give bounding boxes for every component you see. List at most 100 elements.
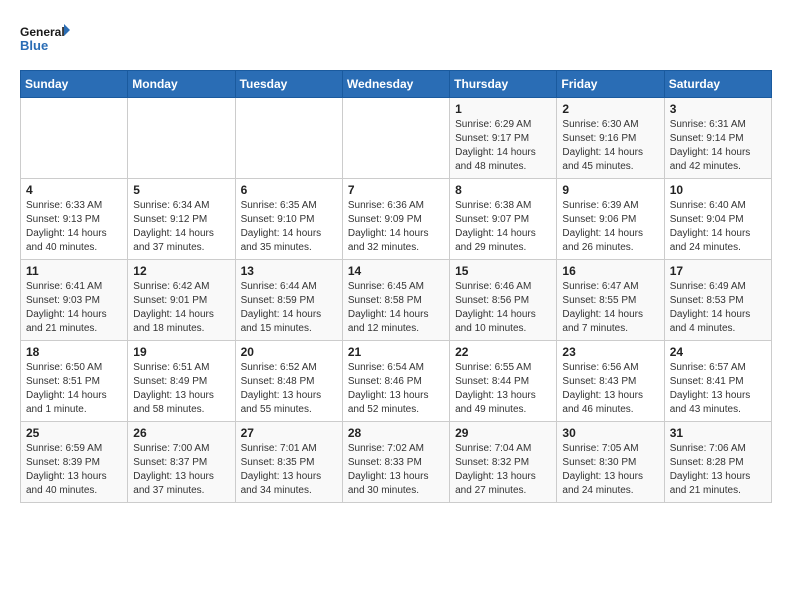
- day-info: Sunrise: 6:54 AM Sunset: 8:46 PM Dayligh…: [348, 361, 444, 417]
- weekday-monday: Monday: [128, 71, 235, 98]
- week-row-1: 1Sunrise: 6:29 AM Sunset: 9:17 PM Daylig…: [21, 98, 772, 179]
- day-info: Sunrise: 6:44 AM Sunset: 8:59 PM Dayligh…: [241, 280, 337, 336]
- day-cell: 16 Sunrise: 6:47 AM Sunset: 8:55 PM Dayli…: [557, 260, 664, 341]
- day-cell: 27 Sunrise: 7:01 AM Sunset: 8:35 PM Dayli…: [235, 422, 342, 503]
- day-cell: 18 Sunrise: 6:50 AM Sunset: 8:51 PM Dayli…: [21, 341, 128, 422]
- day-number: 2: [562, 102, 658, 116]
- day-cell: 31 Sunrise: 7:06 AM Sunset: 8:28 PM Dayli…: [664, 422, 771, 503]
- day-number: 23: [562, 345, 658, 359]
- day-cell: 24 Sunrise: 6:57 AM Sunset: 8:41 PM Dayli…: [664, 341, 771, 422]
- day-number: 3: [670, 102, 766, 116]
- day-cell: 7 Sunrise: 6:36 AM Sunset: 9:09 PM Daylig…: [342, 179, 449, 260]
- logo-svg: General Blue: [20, 20, 70, 60]
- day-number: 27: [241, 426, 337, 440]
- day-number: 21: [348, 345, 444, 359]
- day-number: 4: [26, 183, 122, 197]
- day-cell: 4 Sunrise: 6:33 AM Sunset: 9:13 PM Daylig…: [21, 179, 128, 260]
- day-number: 8: [455, 183, 551, 197]
- day-cell: 3 Sunrise: 6:31 AM Sunset: 9:14 PM Daylig…: [664, 98, 771, 179]
- day-cell: [128, 98, 235, 179]
- day-info: Sunrise: 6:55 AM Sunset: 8:44 PM Dayligh…: [455, 361, 551, 417]
- day-info: Sunrise: 6:52 AM Sunset: 8:48 PM Dayligh…: [241, 361, 337, 417]
- day-number: 26: [133, 426, 229, 440]
- day-cell: 1Sunrise: 6:29 AM Sunset: 9:17 PM Daylig…: [450, 98, 557, 179]
- week-row-2: 4 Sunrise: 6:33 AM Sunset: 9:13 PM Daylig…: [21, 179, 772, 260]
- svg-text:General: General: [20, 25, 65, 39]
- logo: General Blue: [20, 20, 70, 60]
- day-number: 18: [26, 345, 122, 359]
- day-number: 9: [562, 183, 658, 197]
- day-number: 5: [133, 183, 229, 197]
- day-number: 30: [562, 426, 658, 440]
- day-info: Sunrise: 6:42 AM Sunset: 9:01 PM Dayligh…: [133, 280, 229, 336]
- day-info: Sunrise: 6:50 AM Sunset: 8:51 PM Dayligh…: [26, 361, 122, 417]
- day-info: Sunrise: 7:01 AM Sunset: 8:35 PM Dayligh…: [241, 442, 337, 498]
- day-info: Sunrise: 6:46 AM Sunset: 8:56 PM Dayligh…: [455, 280, 551, 336]
- day-cell: 12Sunrise: 6:42 AM Sunset: 9:01 PM Dayli…: [128, 260, 235, 341]
- day-cell: 21 Sunrise: 6:54 AM Sunset: 8:46 PM Dayli…: [342, 341, 449, 422]
- day-info: Sunrise: 6:36 AM Sunset: 9:09 PM Dayligh…: [348, 199, 444, 255]
- day-info: Sunrise: 6:35 AM Sunset: 9:10 PM Dayligh…: [241, 199, 337, 255]
- day-info: Sunrise: 6:38 AM Sunset: 9:07 PM Dayligh…: [455, 199, 551, 255]
- day-info: Sunrise: 7:05 AM Sunset: 8:30 PM Dayligh…: [562, 442, 658, 498]
- day-info: Sunrise: 6:56 AM Sunset: 8:43 PM Dayligh…: [562, 361, 658, 417]
- day-info: Sunrise: 6:30 AM Sunset: 9:16 PM Dayligh…: [562, 118, 658, 174]
- weekday-friday: Friday: [557, 71, 664, 98]
- calendar-table: SundayMondayTuesdayWednesdayThursdayFrid…: [20, 70, 772, 503]
- day-number: 22: [455, 345, 551, 359]
- day-cell: [235, 98, 342, 179]
- weekday-tuesday: Tuesday: [235, 71, 342, 98]
- day-number: 15: [455, 264, 551, 278]
- weekday-saturday: Saturday: [664, 71, 771, 98]
- day-cell: 17 Sunrise: 6:49 AM Sunset: 8:53 PM Dayli…: [664, 260, 771, 341]
- day-info: Sunrise: 7:06 AM Sunset: 8:28 PM Dayligh…: [670, 442, 766, 498]
- day-info: Sunrise: 6:39 AM Sunset: 9:06 PM Dayligh…: [562, 199, 658, 255]
- week-row-3: 11 Sunrise: 6:41 AM Sunset: 9:03 PM Dayli…: [21, 260, 772, 341]
- day-cell: 19 Sunrise: 6:51 AM Sunset: 8:49 PM Dayli…: [128, 341, 235, 422]
- day-info: Sunrise: 6:31 AM Sunset: 9:14 PM Dayligh…: [670, 118, 766, 174]
- day-number: 20: [241, 345, 337, 359]
- week-row-4: 18 Sunrise: 6:50 AM Sunset: 8:51 PM Dayli…: [21, 341, 772, 422]
- day-number: 6: [241, 183, 337, 197]
- day-cell: 25Sunrise: 6:59 AM Sunset: 8:39 PM Dayli…: [21, 422, 128, 503]
- day-cell: 11 Sunrise: 6:41 AM Sunset: 9:03 PM Dayli…: [21, 260, 128, 341]
- day-info: Sunrise: 6:57 AM Sunset: 8:41 PM Dayligh…: [670, 361, 766, 417]
- day-cell: 5Sunrise: 6:34 AM Sunset: 9:12 PM Daylig…: [128, 179, 235, 260]
- weekday-sunday: Sunday: [21, 71, 128, 98]
- day-cell: 15 Sunrise: 6:46 AM Sunset: 8:56 PM Dayli…: [450, 260, 557, 341]
- day-number: 7: [348, 183, 444, 197]
- day-number: 13: [241, 264, 337, 278]
- day-info: Sunrise: 6:41 AM Sunset: 9:03 PM Dayligh…: [26, 280, 122, 336]
- day-cell: 23 Sunrise: 6:56 AM Sunset: 8:43 PM Dayli…: [557, 341, 664, 422]
- day-number: 16: [562, 264, 658, 278]
- day-cell: 10Sunrise: 6:40 AM Sunset: 9:04 PM Dayli…: [664, 179, 771, 260]
- day-cell: 2 Sunrise: 6:30 AM Sunset: 9:16 PM Daylig…: [557, 98, 664, 179]
- day-number: 17: [670, 264, 766, 278]
- day-number: 11: [26, 264, 122, 278]
- day-cell: 22 Sunrise: 6:55 AM Sunset: 8:44 PM Dayli…: [450, 341, 557, 422]
- day-info: Sunrise: 6:59 AM Sunset: 8:39 PM Dayligh…: [26, 442, 122, 498]
- day-cell: 26 Sunrise: 7:00 AM Sunset: 8:37 PM Dayli…: [128, 422, 235, 503]
- day-cell: 8 Sunrise: 6:38 AM Sunset: 9:07 PM Daylig…: [450, 179, 557, 260]
- day-number: 31: [670, 426, 766, 440]
- weekday-thursday: Thursday: [450, 71, 557, 98]
- day-info: Sunrise: 6:47 AM Sunset: 8:55 PM Dayligh…: [562, 280, 658, 336]
- day-cell: 20 Sunrise: 6:52 AM Sunset: 8:48 PM Dayli…: [235, 341, 342, 422]
- day-number: 28: [348, 426, 444, 440]
- day-number: 24: [670, 345, 766, 359]
- day-info: Sunrise: 6:33 AM Sunset: 9:13 PM Dayligh…: [26, 199, 122, 255]
- day-cell: 28Sunrise: 7:02 AM Sunset: 8:33 PM Dayli…: [342, 422, 449, 503]
- day-number: 14: [348, 264, 444, 278]
- day-info: Sunrise: 6:49 AM Sunset: 8:53 PM Dayligh…: [670, 280, 766, 336]
- day-info: Sunrise: 6:51 AM Sunset: 8:49 PM Dayligh…: [133, 361, 229, 417]
- weekday-header-row: SundayMondayTuesdayWednesdayThursdayFrid…: [21, 71, 772, 98]
- day-cell: 6 Sunrise: 6:35 AM Sunset: 9:10 PM Daylig…: [235, 179, 342, 260]
- day-cell: 13 Sunrise: 6:44 AM Sunset: 8:59 PM Dayli…: [235, 260, 342, 341]
- day-number: 29: [455, 426, 551, 440]
- weekday-wednesday: Wednesday: [342, 71, 449, 98]
- day-number: 1: [455, 102, 551, 116]
- day-cell: 9 Sunrise: 6:39 AM Sunset: 9:06 PM Daylig…: [557, 179, 664, 260]
- day-number: 19: [133, 345, 229, 359]
- day-info: Sunrise: 6:40 AM Sunset: 9:04 PM Dayligh…: [670, 199, 766, 255]
- day-info: Sunrise: 7:00 AM Sunset: 8:37 PM Dayligh…: [133, 442, 229, 498]
